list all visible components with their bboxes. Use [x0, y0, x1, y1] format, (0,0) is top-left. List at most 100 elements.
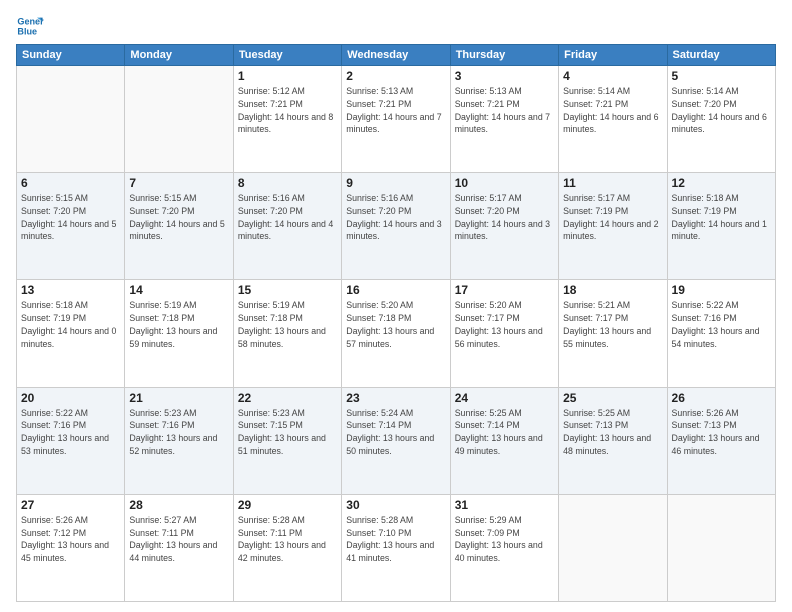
calendar-cell	[667, 494, 775, 601]
calendar-cell: 30 Sunrise: 5:28 AMSunset: 7:10 PMDayligh…	[342, 494, 450, 601]
day-number: 24	[455, 391, 554, 405]
day-number: 14	[129, 283, 228, 297]
calendar-week-row: 13 Sunrise: 5:18 AMSunset: 7:19 PMDayligh…	[17, 280, 776, 387]
calendar-cell: 18 Sunrise: 5:21 AMSunset: 7:17 PMDayligh…	[559, 280, 667, 387]
calendar-table: SundayMondayTuesdayWednesdayThursdayFrid…	[16, 44, 776, 602]
day-number: 28	[129, 498, 228, 512]
day-info: Sunrise: 5:17 AMSunset: 7:19 PMDaylight:…	[563, 192, 662, 243]
day-header-friday: Friday	[559, 45, 667, 66]
svg-text:Blue: Blue	[17, 26, 37, 36]
day-header-thursday: Thursday	[450, 45, 558, 66]
day-info: Sunrise: 5:26 AMSunset: 7:12 PMDaylight:…	[21, 514, 120, 565]
calendar-cell: 1 Sunrise: 5:12 AMSunset: 7:21 PMDaylight…	[233, 66, 341, 173]
calendar-cell: 2Sunrise: 5:13 AMSunset: 7:21 PMDaylight…	[342, 66, 450, 173]
calendar-cell: 27 Sunrise: 5:26 AMSunset: 7:12 PMDayligh…	[17, 494, 125, 601]
day-info: Sunrise: 5:28 AMSunset: 7:11 PMDaylight:…	[238, 514, 337, 565]
day-info: Sunrise: 5:20 AMSunset: 7:18 PMDaylight:…	[346, 299, 445, 350]
day-number: 20	[21, 391, 120, 405]
day-number: 18	[563, 283, 662, 297]
day-header-saturday: Saturday	[667, 45, 775, 66]
day-info: Sunrise: 5:14 AMSunset: 7:21 PMDaylight:…	[563, 85, 662, 136]
calendar-cell: 13 Sunrise: 5:18 AMSunset: 7:19 PMDayligh…	[17, 280, 125, 387]
calendar-cell: 31Sunrise: 5:29 AMSunset: 7:09 PMDayligh…	[450, 494, 558, 601]
calendar-cell: 28Sunrise: 5:27 AMSunset: 7:11 PMDayligh…	[125, 494, 233, 601]
day-number: 13	[21, 283, 120, 297]
day-number: 25	[563, 391, 662, 405]
calendar-cell	[125, 66, 233, 173]
day-info: Sunrise: 5:14 AMSunset: 7:20 PMDaylight:…	[672, 85, 771, 136]
day-info: Sunrise: 5:19 AMSunset: 7:18 PMDaylight:…	[238, 299, 337, 350]
day-number: 16	[346, 283, 445, 297]
logo-icon: General Blue	[16, 12, 44, 40]
day-number: 10	[455, 176, 554, 190]
day-number: 7	[129, 176, 228, 190]
day-number: 11	[563, 176, 662, 190]
day-info: Sunrise: 5:25 AMSunset: 7:14 PMDaylight:…	[455, 407, 554, 458]
day-number: 26	[672, 391, 771, 405]
day-info: Sunrise: 5:15 AMSunset: 7:20 PMDaylight:…	[129, 192, 228, 243]
calendar-week-row: 6 Sunrise: 5:15 AMSunset: 7:20 PMDaylight…	[17, 173, 776, 280]
day-info: Sunrise: 5:20 AMSunset: 7:17 PMDaylight:…	[455, 299, 554, 350]
calendar-cell: 8Sunrise: 5:16 AMSunset: 7:20 PMDaylight…	[233, 173, 341, 280]
calendar-cell: 4 Sunrise: 5:14 AMSunset: 7:21 PMDaylight…	[559, 66, 667, 173]
day-info: Sunrise: 5:25 AMSunset: 7:13 PMDaylight:…	[563, 407, 662, 458]
day-number: 27	[21, 498, 120, 512]
day-number: 2	[346, 69, 445, 83]
day-number: 9	[346, 176, 445, 190]
day-info: Sunrise: 5:16 AMSunset: 7:20 PMDaylight:…	[346, 192, 445, 243]
day-info: Sunrise: 5:26 AMSunset: 7:13 PMDaylight:…	[672, 407, 771, 458]
day-info: Sunrise: 5:21 AMSunset: 7:17 PMDaylight:…	[563, 299, 662, 350]
day-info: Sunrise: 5:16 AMSunset: 7:20 PMDaylight:…	[238, 192, 337, 243]
calendar-header-row: SundayMondayTuesdayWednesdayThursdayFrid…	[17, 45, 776, 66]
calendar-cell: 12 Sunrise: 5:18 AMSunset: 7:19 PMDayligh…	[667, 173, 775, 280]
day-number: 21	[129, 391, 228, 405]
calendar-cell: 20Sunrise: 5:22 AMSunset: 7:16 PMDayligh…	[17, 387, 125, 494]
day-header-wednesday: Wednesday	[342, 45, 450, 66]
day-number: 5	[672, 69, 771, 83]
logo: General Blue	[16, 12, 48, 40]
day-info: Sunrise: 5:19 AMSunset: 7:18 PMDaylight:…	[129, 299, 228, 350]
calendar-cell: 26 Sunrise: 5:26 AMSunset: 7:13 PMDayligh…	[667, 387, 775, 494]
calendar-cell: 19 Sunrise: 5:22 AMSunset: 7:16 PMDayligh…	[667, 280, 775, 387]
day-info: Sunrise: 5:12 AMSunset: 7:21 PMDaylight:…	[238, 85, 337, 136]
day-info: Sunrise: 5:13 AMSunset: 7:21 PMDaylight:…	[455, 85, 554, 136]
day-info: Sunrise: 5:18 AMSunset: 7:19 PMDaylight:…	[21, 299, 120, 350]
calendar-cell: 6 Sunrise: 5:15 AMSunset: 7:20 PMDaylight…	[17, 173, 125, 280]
day-info: Sunrise: 5:29 AMSunset: 7:09 PMDaylight:…	[455, 514, 554, 565]
calendar-cell: 16 Sunrise: 5:20 AMSunset: 7:18 PMDayligh…	[342, 280, 450, 387]
calendar-cell: 15 Sunrise: 5:19 AMSunset: 7:18 PMDayligh…	[233, 280, 341, 387]
calendar-cell: 9 Sunrise: 5:16 AMSunset: 7:20 PMDaylight…	[342, 173, 450, 280]
day-info: Sunrise: 5:28 AMSunset: 7:10 PMDaylight:…	[346, 514, 445, 565]
day-info: Sunrise: 5:18 AMSunset: 7:19 PMDaylight:…	[672, 192, 771, 243]
day-info: Sunrise: 5:17 AMSunset: 7:20 PMDaylight:…	[455, 192, 554, 243]
day-number: 17	[455, 283, 554, 297]
day-number: 19	[672, 283, 771, 297]
calendar-cell: 29 Sunrise: 5:28 AMSunset: 7:11 PMDayligh…	[233, 494, 341, 601]
day-number: 1	[238, 69, 337, 83]
day-header-sunday: Sunday	[17, 45, 125, 66]
day-info: Sunrise: 5:22 AMSunset: 7:16 PMDaylight:…	[672, 299, 771, 350]
calendar-cell: 7 Sunrise: 5:15 AMSunset: 7:20 PMDaylight…	[125, 173, 233, 280]
calendar-cell: 17 Sunrise: 5:20 AMSunset: 7:17 PMDayligh…	[450, 280, 558, 387]
day-number: 6	[21, 176, 120, 190]
calendar-cell	[559, 494, 667, 601]
day-info: Sunrise: 5:15 AMSunset: 7:20 PMDaylight:…	[21, 192, 120, 243]
day-number: 30	[346, 498, 445, 512]
day-info: Sunrise: 5:24 AMSunset: 7:14 PMDaylight:…	[346, 407, 445, 458]
calendar-cell: 22Sunrise: 5:23 AMSunset: 7:15 PMDayligh…	[233, 387, 341, 494]
day-number: 4	[563, 69, 662, 83]
calendar-week-row: 20Sunrise: 5:22 AMSunset: 7:16 PMDayligh…	[17, 387, 776, 494]
calendar-week-row: 27 Sunrise: 5:26 AMSunset: 7:12 PMDayligh…	[17, 494, 776, 601]
calendar-cell: 21 Sunrise: 5:23 AMSunset: 7:16 PMDayligh…	[125, 387, 233, 494]
calendar-cell: 14 Sunrise: 5:19 AMSunset: 7:18 PMDayligh…	[125, 280, 233, 387]
day-number: 3	[455, 69, 554, 83]
day-number: 29	[238, 498, 337, 512]
day-info: Sunrise: 5:23 AMSunset: 7:16 PMDaylight:…	[129, 407, 228, 458]
day-number: 15	[238, 283, 337, 297]
day-number: 12	[672, 176, 771, 190]
calendar-cell: 10 Sunrise: 5:17 AMSunset: 7:20 PMDayligh…	[450, 173, 558, 280]
calendar-cell: 3 Sunrise: 5:13 AMSunset: 7:21 PMDaylight…	[450, 66, 558, 173]
calendar-cell: 5 Sunrise: 5:14 AMSunset: 7:20 PMDaylight…	[667, 66, 775, 173]
page-header: General Blue	[16, 12, 776, 40]
day-info: Sunrise: 5:23 AMSunset: 7:15 PMDaylight:…	[238, 407, 337, 458]
